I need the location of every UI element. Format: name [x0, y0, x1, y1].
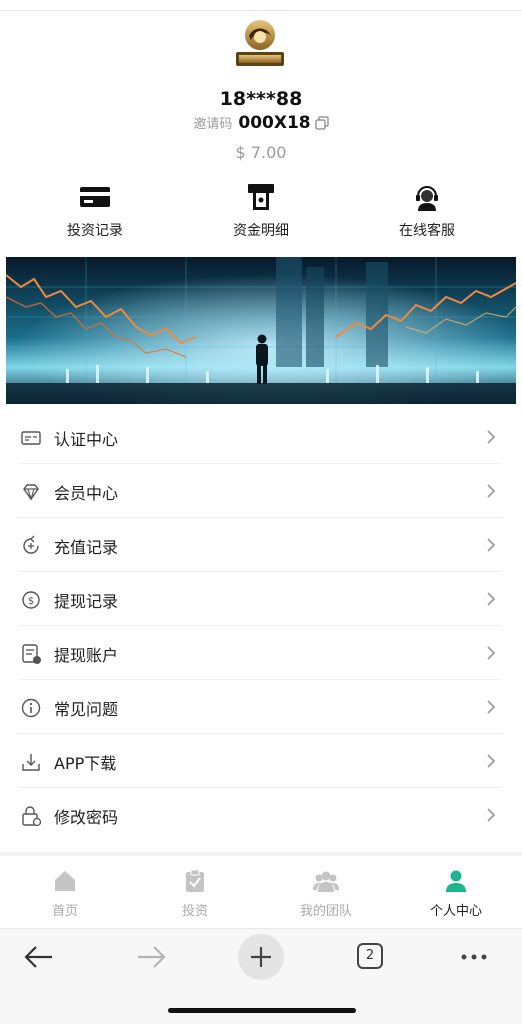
clipboard-check-icon — [182, 868, 208, 894]
plus-icon — [251, 947, 271, 967]
chevron-right-icon — [486, 591, 496, 607]
chevron-right-icon — [486, 807, 496, 823]
tab-invest[interactable]: 投资 — [130, 868, 260, 919]
menu-item-app-download[interactable]: APP下载 — [18, 734, 502, 788]
menu-item-label: 会员中心 — [54, 484, 119, 503]
bottom-tab-bar: 首页 投资 我的团队 个人中心 — [0, 856, 522, 928]
info-icon — [20, 697, 42, 719]
download-icon — [20, 751, 42, 773]
invite-label: 邀请码 — [193, 117, 233, 132]
withdraw-icon: $ — [20, 589, 42, 611]
quick-action-label: 资金明细 — [233, 223, 289, 239]
menu-item-label: 认证中心 — [54, 430, 119, 449]
menu-item-label: APP下载 — [54, 754, 117, 773]
recharge-icon — [20, 535, 42, 557]
chevron-right-icon — [486, 429, 496, 445]
diamond-icon — [20, 481, 42, 503]
quick-action-fund-details[interactable]: 资金明细 — [191, 182, 331, 240]
quick-actions: 投资记录 资金明细 在线客服 — [0, 182, 522, 242]
chevron-right-icon — [486, 483, 496, 499]
promo-banner[interactable] — [6, 257, 516, 404]
team-icon — [313, 868, 339, 894]
back-button[interactable] — [16, 937, 62, 977]
tab-personal-center[interactable]: 个人中心 — [391, 868, 521, 919]
tab-label: 个人中心 — [429, 904, 482, 919]
home-indicator — [168, 1008, 356, 1013]
menu-item-label: 常见问题 — [54, 700, 119, 719]
home-indicator-area — [0, 985, 522, 1024]
quick-action-investment-records[interactable]: 投资记录 — [25, 182, 165, 240]
home-icon — [52, 868, 78, 894]
invite-code: 000X18 — [238, 113, 311, 133]
lock-icon — [20, 805, 42, 827]
menu-item-label: 修改密码 — [54, 808, 119, 827]
tab-home[interactable]: 首页 — [0, 868, 130, 919]
browser-toolbar: 2 — [0, 928, 522, 985]
chevron-right-icon — [486, 699, 496, 715]
menu-item-withdrawal-records[interactable]: $ 提现记录 — [18, 572, 502, 626]
menu-item-change-password[interactable]: 修改密码 — [18, 788, 502, 841]
quick-action-label: 投资记录 — [67, 223, 123, 239]
balance: $ 7.00 — [235, 143, 287, 162]
new-tab-button[interactable] — [238, 934, 284, 980]
menu-item-membership[interactable]: 会员中心 — [18, 464, 502, 518]
tab-label: 我的团队 — [299, 904, 352, 919]
banner-image — [6, 257, 516, 404]
invite-code-row: 邀请码 000X18 — [0, 113, 522, 134]
menu-item-label: 充值记录 — [54, 538, 119, 557]
menu-item-verification[interactable]: 认证中心 — [18, 410, 502, 464]
brand-logo — [236, 20, 284, 66]
menu-item-withdrawal-account[interactable]: 提现账户 — [18, 626, 502, 680]
menu-item-label: 提现记录 — [54, 592, 119, 611]
menu-item-label: 提现账户 — [54, 646, 119, 665]
chevron-right-icon — [486, 537, 496, 553]
atm-icon — [191, 182, 331, 212]
tab-label: 投资 — [181, 904, 208, 919]
user-icon — [443, 868, 469, 894]
arrow-left-icon — [24, 946, 52, 968]
arrow-right-icon — [138, 946, 166, 968]
settings-menu: 认证中心 会员中心 充值记录 $ 提现记录 提现账户 常见问题 APP下载 修改… — [18, 410, 502, 841]
more-button[interactable] — [452, 937, 498, 977]
svg-text:$: $ — [28, 596, 34, 607]
quick-action-label: 在线客服 — [399, 223, 455, 239]
top-divider — [0, 10, 522, 11]
card-icon — [25, 182, 165, 212]
copy-icon[interactable] — [314, 115, 329, 134]
chevron-right-icon — [486, 753, 496, 769]
more-dots-icon — [461, 954, 487, 960]
headset-agent-icon — [357, 182, 497, 212]
forward-button[interactable] — [128, 937, 174, 977]
menu-item-faq[interactable]: 常见问题 — [18, 680, 502, 734]
quick-action-online-service[interactable]: 在线客服 — [357, 182, 497, 240]
tab-my-team[interactable]: 我的团队 — [261, 868, 391, 919]
account-icon — [20, 643, 42, 665]
username: 18***88 — [219, 88, 303, 110]
id-card-icon — [20, 427, 42, 449]
chevron-right-icon — [486, 645, 496, 661]
tab-switcher-button[interactable]: 2 — [357, 943, 383, 969]
menu-item-recharge-records[interactable]: 充值记录 — [18, 518, 502, 572]
tab-label: 首页 — [51, 904, 78, 919]
